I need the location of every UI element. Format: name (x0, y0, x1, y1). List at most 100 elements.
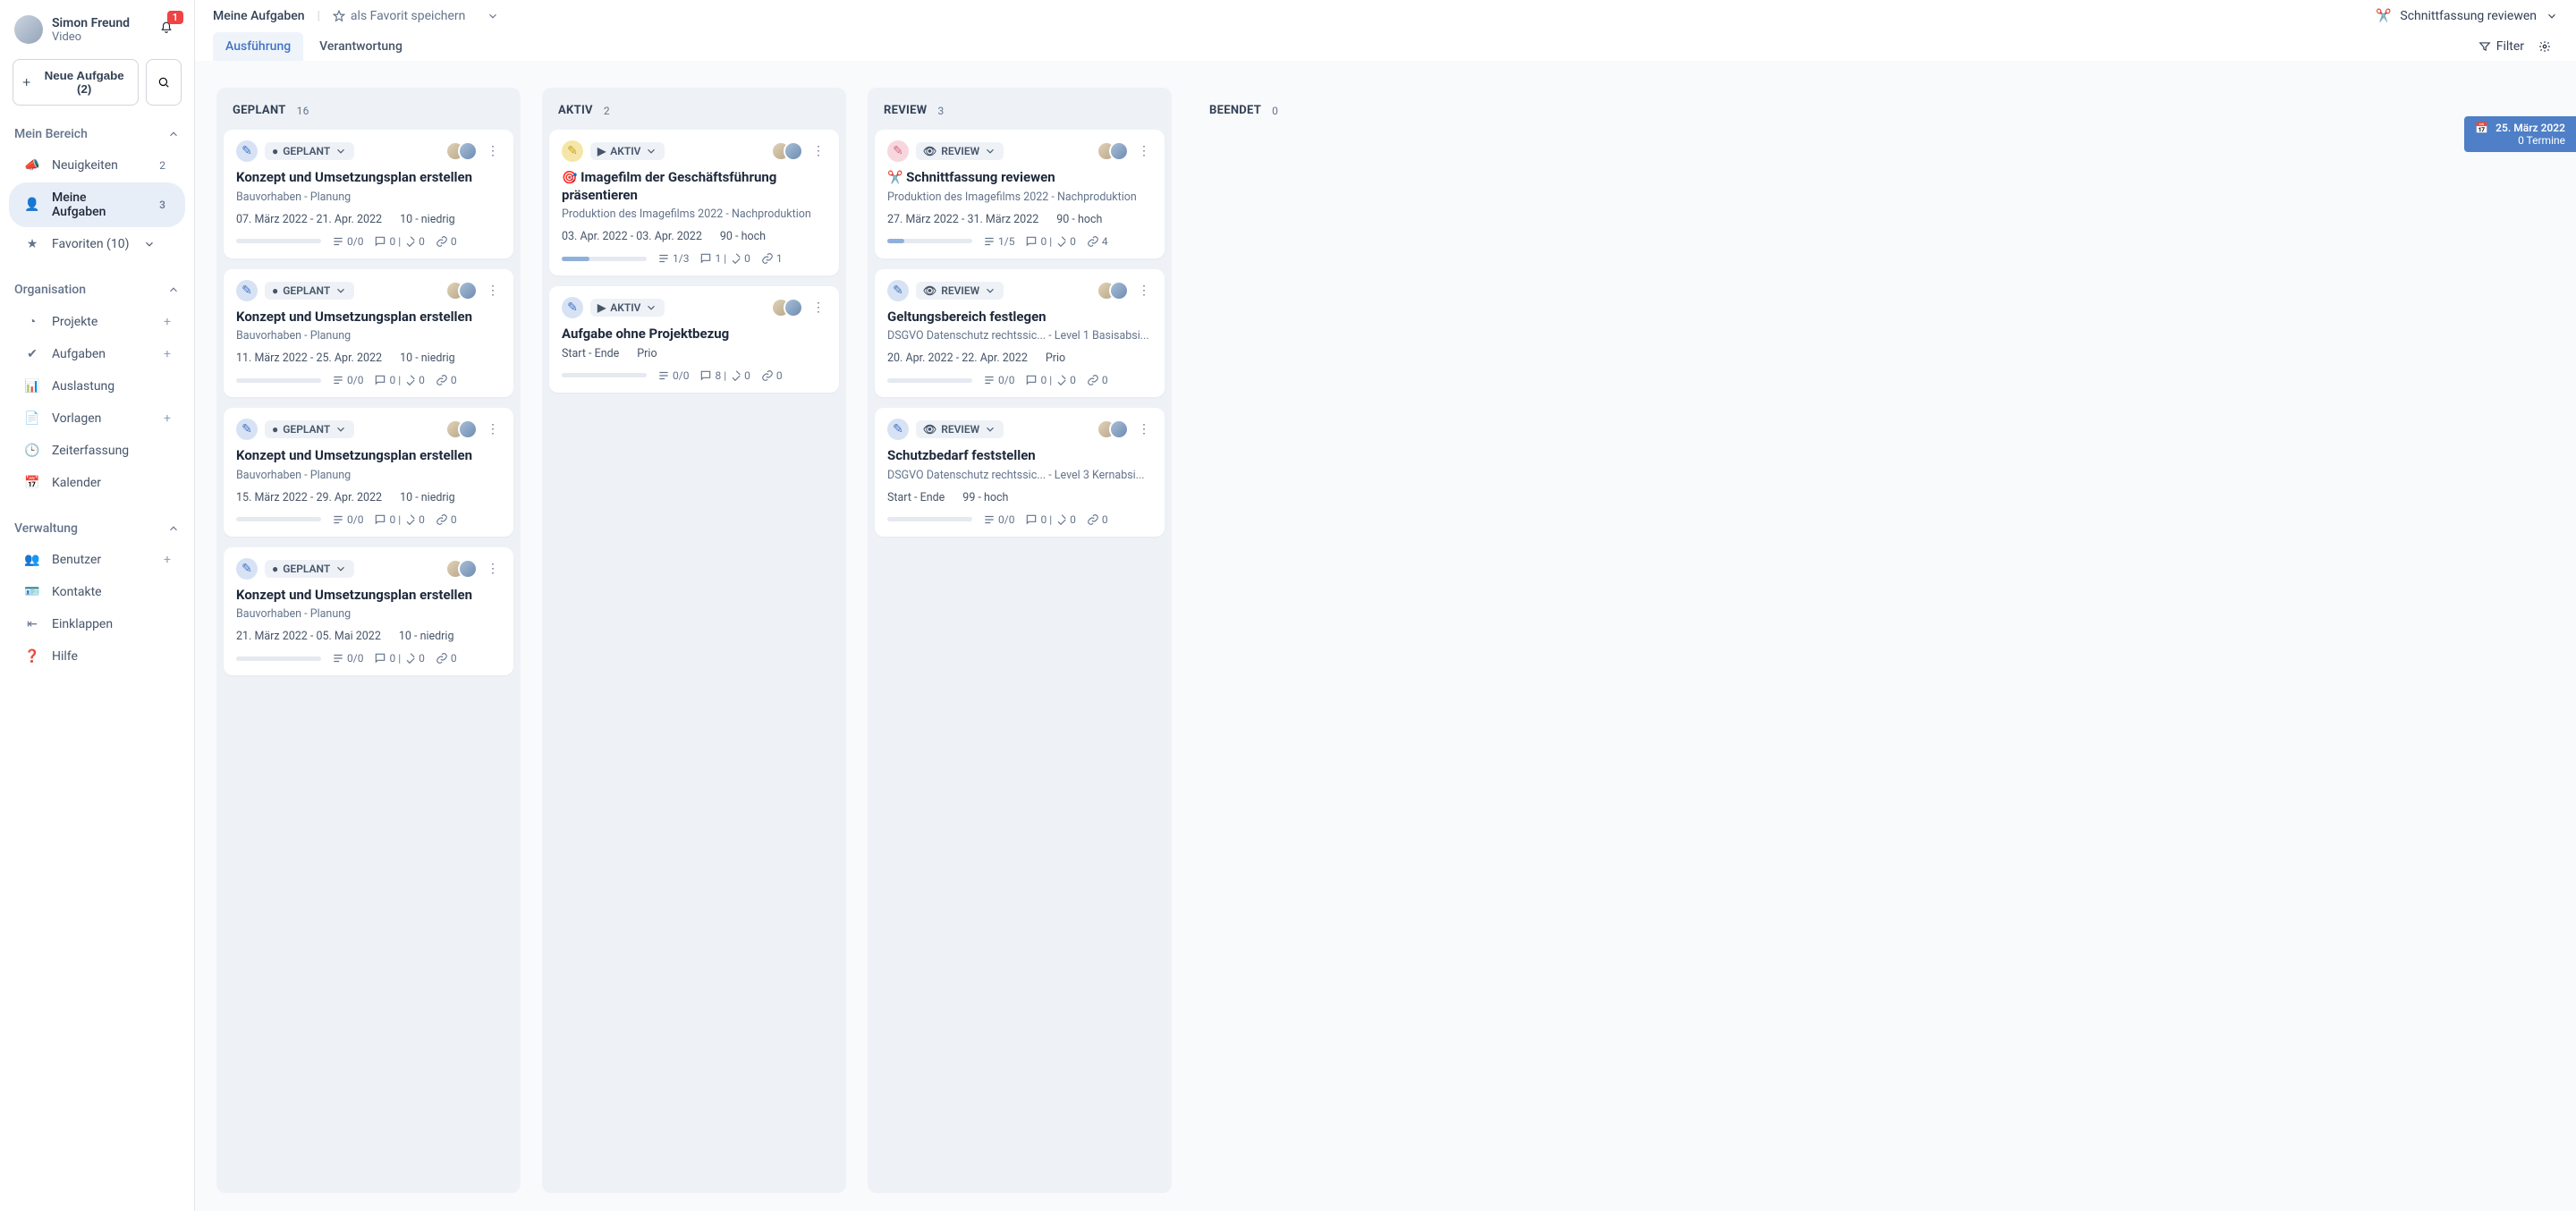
sidebar-item-collapse[interactable]: ⇤ Einklappen (9, 609, 185, 639)
more-icon[interactable]: ⋮ (810, 301, 826, 315)
search-icon (157, 76, 170, 89)
pencil-icon: ✎ (887, 280, 909, 301)
chevron-down-icon[interactable] (2546, 10, 2558, 22)
save-favorite-button[interactable]: als Favorit speichern (333, 9, 465, 23)
sidebar-item-help[interactable]: ❓ Hilfe (9, 641, 185, 672)
task-card[interactable]: ✎ ● GEPLANT ⋮ Konzept und Umsetzungsplan… (224, 547, 513, 676)
sidebar-item-projects[interactable]: ◔ Projekte + (9, 306, 185, 337)
assignees[interactable] (445, 141, 478, 161)
task-card[interactable]: ✎ 👁 REVIEW ⋮ Schutzbedarf feststellen DS… (875, 408, 1165, 537)
assignees[interactable] (771, 141, 803, 161)
user-org: Video (52, 30, 130, 44)
chevron-down-icon[interactable] (487, 10, 499, 22)
assignees[interactable] (1097, 419, 1129, 439)
assignees[interactable] (445, 559, 478, 579)
task-card[interactable]: ✎ 👁 REVIEW ⋮ ✂️ Schnittfassung reviewen … (875, 130, 1165, 258)
scissors-icon: ✂️ (887, 171, 902, 185)
search-button[interactable] (146, 59, 182, 106)
person-icon: 👤 (23, 198, 41, 212)
notifications-button[interactable]: 1 (153, 14, 180, 45)
more-icon[interactable]: ⋮ (485, 284, 501, 298)
sidebar-item-favorites[interactable]: ★ Favoriten (10) (9, 229, 185, 259)
section-verwaltung[interactable]: Verwaltung (0, 514, 194, 543)
task-card[interactable]: ✎ 👁 REVIEW ⋮ Geltungsbereich festlegen D… (875, 269, 1165, 398)
column-review: REVIEW 3 ✎ 👁 REVIEW ⋮ ✂️ Schnittfassung … (868, 88, 1172, 1193)
new-task-button[interactable]: Neue Aufgabe (2) (13, 59, 139, 106)
task-card[interactable]: ✎ ● GEPLANT ⋮ Konzept und Umsetzungsplan… (224, 269, 513, 398)
filter-button[interactable]: Filter (2479, 39, 2524, 54)
gear-icon[interactable] (2538, 40, 2551, 53)
page-title: Meine Aufgaben (213, 9, 305, 23)
status-chip[interactable]: ▶ AKTIV (590, 299, 665, 317)
star-icon: ★ (23, 237, 41, 251)
status-chip[interactable]: ● GEPLANT (265, 420, 354, 438)
add-template-button[interactable]: + (164, 411, 171, 426)
add-user-button[interactable]: + (164, 553, 171, 567)
status-chip[interactable]: 👁 REVIEW (916, 420, 1004, 438)
tab-responsibility[interactable]: Verantwortung (307, 32, 415, 61)
status-chip[interactable]: 👁 REVIEW (916, 282, 1004, 300)
status-chip[interactable]: ● GEPLANT (265, 142, 354, 160)
chevron-down-icon (335, 145, 347, 157)
chevron-down-icon (984, 145, 996, 157)
sidebar-item-contacts[interactable]: 🪪 Kontakte (9, 577, 185, 607)
chevron-down-icon (335, 284, 347, 297)
assignees[interactable] (771, 298, 803, 318)
status-chip[interactable]: ● GEPLANT (265, 282, 354, 300)
add-task-button[interactable]: + (164, 347, 171, 361)
pencil-icon: ✎ (236, 280, 258, 301)
sidebar-item-load[interactable]: 📊 Auslastung (9, 371, 185, 402)
kanban-board: GEPLANT 16 ✎ ● GEPLANT ⋮ Konzept und Ums… (195, 61, 2576, 1211)
assignees[interactable] (1097, 281, 1129, 301)
help-icon: ❓ (23, 649, 41, 664)
user-block[interactable]: Simon Freund Video 1 (0, 7, 194, 52)
sidebar-item-news[interactable]: 📣 Neuigkeiten 2 (9, 150, 185, 181)
status-chip[interactable]: ▶ AKTIV (590, 142, 665, 160)
task-card[interactable]: ✎ ● GEPLANT ⋮ Konzept und Umsetzungsplan… (224, 130, 513, 258)
task-card[interactable]: ✎ ● GEPLANT ⋮ Konzept und Umsetzungsplan… (224, 408, 513, 537)
column-title: GEPLANT (233, 104, 286, 117)
sidebar-item-time[interactable]: 🕒 Zeiterfassung (9, 436, 185, 466)
assignees[interactable] (445, 281, 478, 301)
section-organisation[interactable]: Organisation (0, 275, 194, 304)
badge-icon: 🪪 (23, 585, 41, 599)
assignees[interactable] (445, 419, 478, 439)
more-icon[interactable]: ⋮ (810, 144, 826, 158)
sidebar-item-users[interactable]: 👥 Benutzer + (9, 545, 185, 575)
pencil-icon: ✎ (236, 558, 258, 580)
sidebar-item-tasks[interactable]: ✔ Aufgaben + (9, 339, 185, 369)
task-card[interactable]: ✎ ▶ AKTIV ⋮ 🎯 Imagefilm der Geschäftsfüh… (549, 130, 839, 275)
copy-icon: 📄 (23, 411, 41, 426)
more-icon[interactable]: ⋮ (1136, 422, 1152, 436)
section-mein-bereich[interactable]: Mein Bereich (0, 120, 194, 148)
review-link[interactable]: Schnittfassung reviewen (2400, 9, 2537, 23)
megaphone-icon: 📣 (23, 158, 41, 173)
status-chip[interactable]: ● GEPLANT (265, 560, 354, 578)
chevron-down-icon (335, 563, 347, 575)
checklist-stat: 0/0 (332, 235, 363, 248)
avatar (14, 15, 43, 44)
more-icon[interactable]: ⋮ (1136, 284, 1152, 298)
tab-execution[interactable]: Ausführung (213, 32, 303, 61)
pie-icon: ◔ (23, 314, 41, 329)
pencil-icon: ✎ (887, 140, 909, 162)
more-icon[interactable]: ⋮ (485, 422, 501, 436)
more-icon[interactable]: ⋮ (485, 144, 501, 158)
pencil-icon: ✎ (236, 140, 258, 162)
chevron-down-icon (335, 423, 347, 436)
clock-icon: 🕒 (23, 444, 41, 458)
chevron-down-icon (645, 301, 657, 314)
sidebar-item-mytasks[interactable]: 👤 Meine Aufgaben 3 (9, 182, 185, 227)
card-title: Konzept und Umsetzungsplan erstellen (236, 169, 501, 187)
sidebar-item-templates[interactable]: 📄 Vorlagen + (9, 403, 185, 434)
task-card[interactable]: ✎ ▶ AKTIV ⋮ Aufgabe ohne Projektbezug St… (549, 286, 839, 393)
more-icon[interactable]: ⋮ (485, 562, 501, 576)
column-planned: GEPLANT 16 ✎ ● GEPLANT ⋮ Konzept und Ums… (216, 88, 521, 1193)
assignees[interactable] (1097, 141, 1129, 161)
more-icon[interactable]: ⋮ (1136, 144, 1152, 158)
new-task-label: Neue Aufgabe (2) (38, 69, 131, 96)
sidebar-item-calendar[interactable]: 📅 Kalender (9, 468, 185, 498)
plus-icon (21, 76, 32, 89)
add-project-button[interactable]: + (164, 315, 171, 329)
status-chip[interactable]: 👁 REVIEW (916, 142, 1004, 160)
